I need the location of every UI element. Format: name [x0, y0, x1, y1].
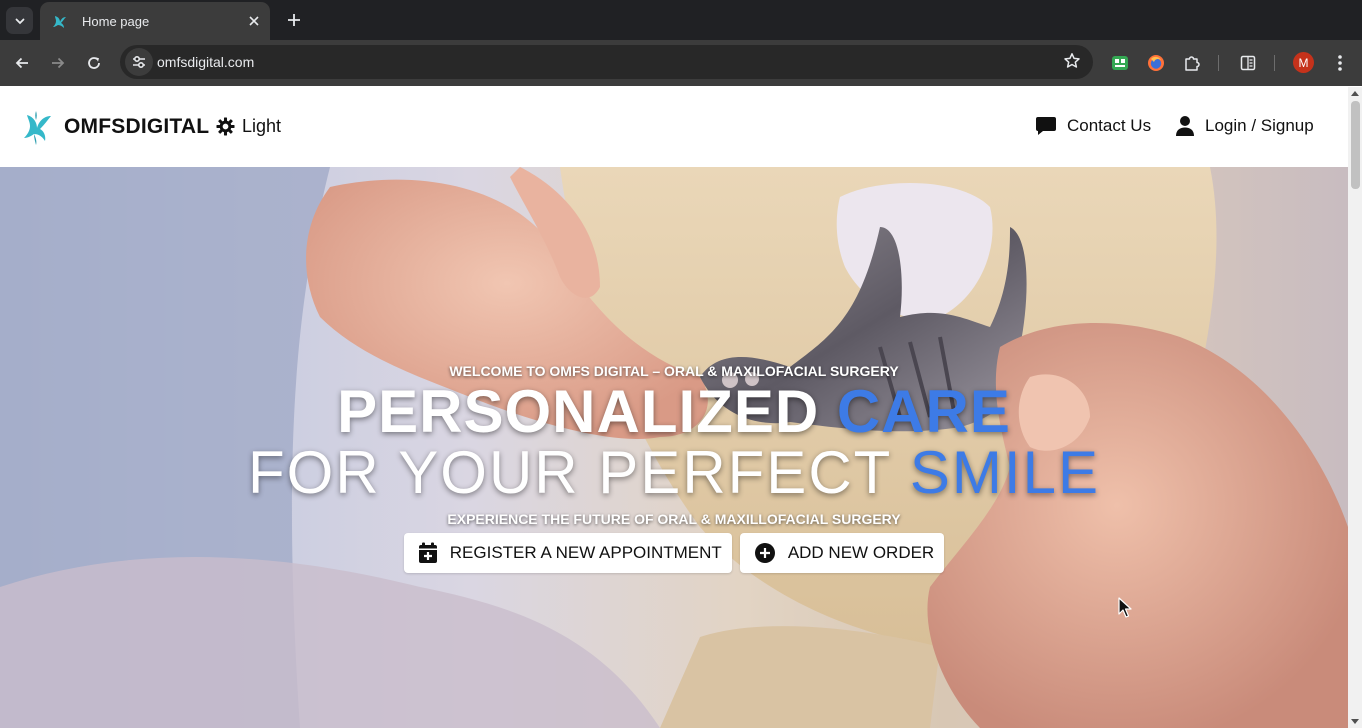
theme-toggle[interactable]: Light — [216, 116, 281, 137]
web-page: OMFSDIGITAL Light Contact Us Login / Sig… — [0, 87, 1348, 728]
plus-icon — [288, 14, 300, 26]
toolbar-separator — [1218, 55, 1219, 71]
mouse-cursor-icon — [1118, 597, 1132, 618]
register-appointment-button[interactable]: REGISTER A NEW APPOINTMENT — [403, 533, 732, 573]
url-text[interactable]: omfsdigital.com — [157, 54, 254, 70]
profile-avatar[interactable]: M — [1293, 52, 1314, 73]
browser-tab-active[interactable]: Home page — [40, 2, 270, 40]
forward-button[interactable] — [43, 48, 73, 78]
contact-us-label: Contact Us — [1067, 116, 1152, 135]
browser-tab-bar: Home page — [0, 0, 1362, 40]
scrollbar-thumb[interactable] — [1351, 101, 1360, 189]
chat-bubble-icon — [1036, 117, 1056, 135]
omfs-logo-icon[interactable] — [22, 108, 54, 146]
hero-content: WELCOME TO OMFS DIGITAL – ORAL & MAXILOF… — [0, 363, 1348, 573]
scroll-down-arrow-icon[interactable] — [1351, 719, 1359, 724]
browser-toolbar: omfsdigital.com M — [0, 40, 1362, 86]
address-bar[interactable]: omfsdigital.com — [120, 45, 1093, 79]
site-header: OMFSDIGITAL Light Contact Us Login / Sig… — [0, 87, 1348, 167]
tab-title: Home page — [82, 13, 150, 29]
add-new-order-button[interactable]: ADD NEW ORDER — [739, 533, 945, 573]
headline-2-text: FOR YOUR PERFECT — [248, 439, 892, 506]
brand-name[interactable]: OMFSDIGITAL — [64, 115, 209, 139]
reading-list-icon[interactable] — [1237, 52, 1259, 74]
browser-menu-icon[interactable] — [1329, 52, 1351, 74]
reload-button[interactable] — [79, 48, 109, 78]
bookmark-star-icon[interactable] — [1063, 52, 1081, 75]
scroll-up-arrow-icon[interactable] — [1351, 91, 1359, 96]
login-signup-link[interactable]: Login / Signup — [1175, 115, 1314, 137]
headline-1-accent: CARE — [836, 378, 1011, 445]
site-favicon-icon — [53, 16, 66, 28]
register-appointment-label: REGISTER A NEW APPOINTMENT — [449, 543, 722, 562]
extension-green-icon[interactable] — [1109, 52, 1131, 74]
tune-icon — [133, 55, 145, 69]
page-scrollbar[interactable] — [1348, 87, 1362, 728]
site-info-button[interactable] — [125, 48, 153, 76]
hero-cta-row: REGISTER A NEW APPOINTMENT ADD NEW ORDER — [0, 533, 1348, 573]
add-new-order-label: ADD NEW ORDER — [787, 543, 935, 562]
toolbar-separator — [1274, 55, 1275, 71]
tab-search-button[interactable] — [6, 7, 33, 34]
contact-us-link[interactable]: Contact Us — [1035, 115, 1151, 137]
gear-sun-icon — [216, 117, 235, 136]
headline-1-text: PERSONALIZED — [337, 378, 820, 445]
close-tab-icon[interactable] — [240, 7, 268, 35]
hero-headline-line-1: PERSONALIZED CARE — [0, 381, 1348, 443]
theme-label: Light — [242, 116, 282, 136]
user-icon — [1176, 116, 1194, 136]
calendar-plus-icon — [418, 542, 437, 563]
headline-2-accent: SMILE — [909, 439, 1100, 506]
extensions-puzzle-icon[interactable] — [1181, 52, 1203, 74]
arrow-left-icon — [15, 57, 28, 69]
hero-section: WELCOME TO OMFS DIGITAL – ORAL & MAXILOF… — [0, 167, 1348, 728]
new-tab-button[interactable] — [280, 6, 308, 34]
hero-headline-line-2: FOR YOUR PERFECT SMILE — [0, 443, 1348, 503]
extension-firefox-icon[interactable] — [1145, 52, 1167, 74]
plus-circle-icon — [754, 543, 775, 563]
arrow-right-icon — [52, 57, 65, 69]
reload-icon — [88, 57, 100, 69]
back-button[interactable] — [7, 48, 37, 78]
chevron-down-icon — [15, 18, 24, 24]
hero-kicker: WELCOME TO OMFS DIGITAL – ORAL & MAXILOF… — [449, 363, 899, 379]
login-signup-label: Login / Signup — [1205, 116, 1314, 135]
hero-subheading: EXPERIENCE THE FUTURE OF ORAL & MAXILLOF… — [447, 511, 901, 527]
